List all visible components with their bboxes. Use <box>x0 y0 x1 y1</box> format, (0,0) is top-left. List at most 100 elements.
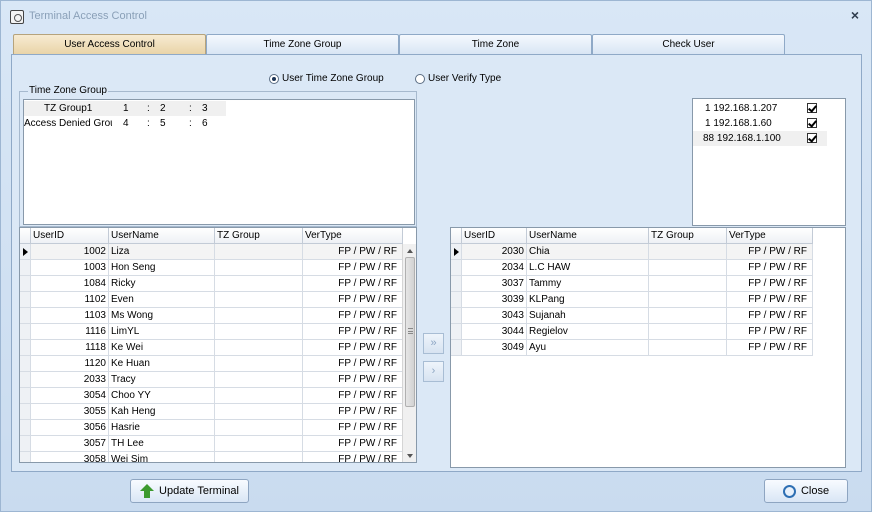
column-header-userid[interactable]: UserID <box>31 228 109 244</box>
radio-user-time-zone-group[interactable]: User Time Zone Group <box>269 73 384 84</box>
available-users-grid[interactable]: UserID UserName TZ Group VerType 1002 Liz… <box>19 227 417 463</box>
cell-userid[interactable]: 3044 <box>462 324 527 340</box>
row-header[interactable] <box>451 244 462 260</box>
cell-vertype[interactable]: FP / PW / RF <box>303 308 403 324</box>
cell-username[interactable]: Hon Seng <box>109 260 215 276</box>
table-row[interactable]: 3055 Kah Heng FP / PW / RF <box>20 404 403 420</box>
column-header-vertype[interactable]: VerType <box>727 228 813 244</box>
column-header-tzgroup[interactable]: TZ Group <box>649 228 727 244</box>
cell-tzgroup[interactable] <box>215 388 303 404</box>
cell-tzgroup[interactable] <box>215 372 303 388</box>
cell-vertype[interactable]: FP / PW / RF <box>303 372 403 388</box>
cell-username[interactable]: Kah Heng <box>109 404 215 420</box>
row-header[interactable] <box>20 244 31 260</box>
table-row[interactable]: 3043 Sujanah FP / PW / RF <box>451 308 813 324</box>
row-header[interactable] <box>20 308 31 324</box>
terminal-item[interactable]: 1 192.168.1.60 <box>693 116 827 131</box>
scroll-thumb[interactable] <box>405 257 415 407</box>
close-button[interactable]: Close <box>764 479 848 503</box>
cell-username[interactable]: Regielov <box>527 324 649 340</box>
cell-vertype[interactable]: FP / PW / RF <box>303 244 403 260</box>
cell-tzgroup[interactable] <box>649 308 727 324</box>
column-header-userid[interactable]: UserID <box>462 228 527 244</box>
cell-tzgroup[interactable] <box>215 356 303 372</box>
cell-username[interactable]: KLPang <box>527 292 649 308</box>
cell-tzgroup[interactable] <box>215 436 303 452</box>
move-one-button[interactable]: › <box>423 361 444 382</box>
cell-username[interactable]: Hasrie <box>109 420 215 436</box>
cell-userid[interactable]: 1102 <box>31 292 109 308</box>
cell-vertype[interactable]: FP / PW / RF <box>727 276 813 292</box>
row-header[interactable] <box>20 436 31 452</box>
row-header[interactable] <box>451 340 462 356</box>
row-header[interactable] <box>451 324 462 340</box>
table-row[interactable]: 1003 Hon Seng FP / PW / RF <box>20 260 403 276</box>
cell-userid[interactable]: 3039 <box>462 292 527 308</box>
table-row[interactable]: 1120 Ke Huan FP / PW / RF <box>20 356 403 372</box>
table-row[interactable]: 3058 Wei Sim FP / PW / RF <box>20 452 403 462</box>
table-row[interactable]: 2033 Tracy FP / PW / RF <box>20 372 403 388</box>
tab-check-user[interactable]: Check User <box>592 34 785 54</box>
move-all-button[interactable]: » <box>423 333 444 354</box>
cell-userid[interactable]: 3054 <box>31 388 109 404</box>
row-header[interactable] <box>20 340 31 356</box>
row-header[interactable] <box>20 324 31 340</box>
table-row[interactable]: 2030 Chia FP / PW / RF <box>451 244 813 260</box>
cell-userid[interactable]: 3058 <box>31 452 109 462</box>
cell-vertype[interactable]: FP / PW / RF <box>303 420 403 436</box>
cell-username[interactable]: Wei Sim <box>109 452 215 462</box>
list-item[interactable]: Access Denied Grou 4 : 5 : 6 <box>24 116 226 131</box>
tab-time-zone-group[interactable]: Time Zone Group <box>206 34 399 54</box>
table-row[interactable]: 1002 Liza FP / PW / RF <box>20 244 403 260</box>
cell-vertype[interactable]: FP / PW / RF <box>303 324 403 340</box>
cell-vertype[interactable]: FP / PW / RF <box>727 244 813 260</box>
cell-username[interactable]: TH Lee <box>109 436 215 452</box>
row-header[interactable] <box>20 372 31 388</box>
cell-vertype[interactable]: FP / PW / RF <box>303 292 403 308</box>
table-row[interactable]: 3044 Regielov FP / PW / RF <box>451 324 813 340</box>
table-row[interactable]: 1116 LimYL FP / PW / RF <box>20 324 403 340</box>
cell-userid[interactable]: 3055 <box>31 404 109 420</box>
checkbox-checked-icon[interactable] <box>807 103 817 113</box>
row-header[interactable] <box>20 420 31 436</box>
cell-vertype[interactable]: FP / PW / RF <box>727 260 813 276</box>
table-row[interactable]: 3049 Ayu FP / PW / RF <box>451 340 813 356</box>
row-header[interactable] <box>20 292 31 308</box>
cell-username[interactable]: Sujanah <box>527 308 649 324</box>
table-row[interactable]: 3057 TH Lee FP / PW / RF <box>20 436 403 452</box>
cell-tzgroup[interactable] <box>215 340 303 356</box>
cell-username[interactable]: Chia <box>527 244 649 260</box>
assigned-users-grid[interactable]: UserID UserName TZ Group VerType 2030 Chi… <box>450 227 846 468</box>
cell-userid[interactable]: 3043 <box>462 308 527 324</box>
column-header-username[interactable]: UserName <box>527 228 649 244</box>
cell-userid[interactable]: 2030 <box>462 244 527 260</box>
cell-tzgroup[interactable] <box>649 324 727 340</box>
cell-tzgroup[interactable] <box>649 276 727 292</box>
row-header[interactable] <box>20 276 31 292</box>
row-header[interactable] <box>20 356 31 372</box>
cell-username[interactable]: Ke Wei <box>109 340 215 356</box>
cell-vertype[interactable]: FP / PW / RF <box>303 356 403 372</box>
column-header-tzgroup[interactable]: TZ Group <box>215 228 303 244</box>
table-row[interactable]: 1084 Ricky FP / PW / RF <box>20 276 403 292</box>
close-window-icon[interactable]: × <box>851 8 859 22</box>
cell-username[interactable]: Tammy <box>527 276 649 292</box>
cell-username[interactable]: Ke Huan <box>109 356 215 372</box>
column-header-username[interactable]: UserName <box>109 228 215 244</box>
cell-username[interactable]: Choo YY <box>109 388 215 404</box>
cell-tzgroup[interactable] <box>215 244 303 260</box>
cell-userid[interactable]: 3037 <box>462 276 527 292</box>
cell-tzgroup[interactable] <box>649 340 727 356</box>
cell-userid[interactable]: 3056 <box>31 420 109 436</box>
cell-vertype[interactable]: FP / PW / RF <box>303 404 403 420</box>
cell-username[interactable]: Ricky <box>109 276 215 292</box>
table-row[interactable]: 1102 Even FP / PW / RF <box>20 292 403 308</box>
cell-userid[interactable]: 1003 <box>31 260 109 276</box>
cell-tzgroup[interactable] <box>215 420 303 436</box>
cell-userid[interactable]: 1084 <box>31 276 109 292</box>
cell-username[interactable]: Liza <box>109 244 215 260</box>
cell-userid[interactable]: 1120 <box>31 356 109 372</box>
cell-tzgroup[interactable] <box>649 244 727 260</box>
terminal-item[interactable]: 88 192.168.1.100 <box>693 131 827 146</box>
row-header[interactable] <box>451 260 462 276</box>
